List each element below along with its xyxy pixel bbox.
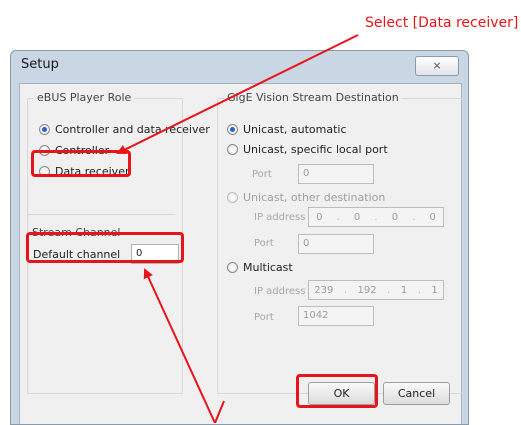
arrow-to-default-channel bbox=[143, 268, 216, 423]
arrow-to-ok-button bbox=[214, 400, 225, 423]
annotation-arrows bbox=[116, 34, 359, 423]
arrow-to-data-receiver bbox=[116, 34, 359, 154]
